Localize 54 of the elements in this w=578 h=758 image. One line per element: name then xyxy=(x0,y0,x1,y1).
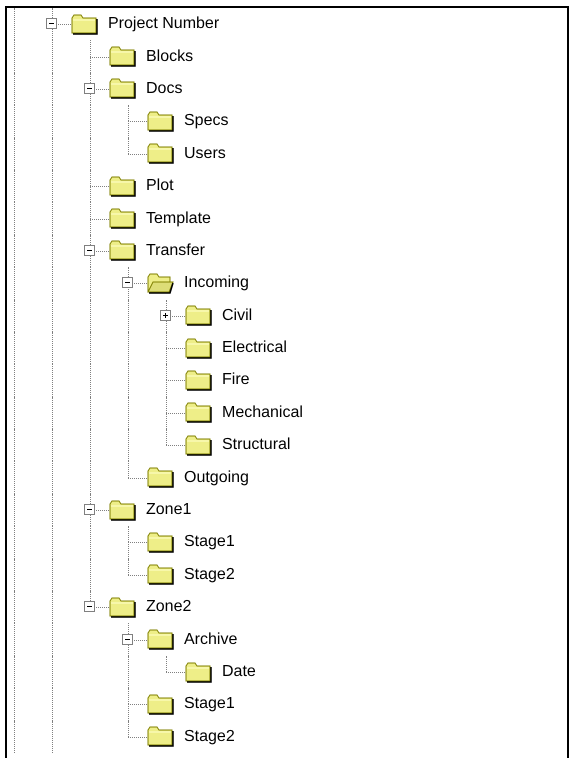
folder-icon xyxy=(109,78,136,100)
folder-label[interactable]: Mechanical xyxy=(222,404,303,422)
folder-icon xyxy=(109,46,136,68)
folder-label[interactable]: Civil xyxy=(222,306,252,325)
folder-label[interactable]: Structural xyxy=(222,436,290,454)
folder-label[interactable]: Date xyxy=(222,663,256,681)
collapse-toggle[interactable] xyxy=(84,244,95,256)
folder-label[interactable]: Incoming xyxy=(184,274,249,292)
folder-label[interactable]: Zone1 xyxy=(146,501,192,520)
folder-icon xyxy=(185,402,212,424)
folder-label[interactable]: Stage2 xyxy=(184,728,235,746)
folder-icon xyxy=(147,629,174,650)
folder-label[interactable]: Project Number xyxy=(108,15,220,34)
folder-label[interactable]: Outgoing xyxy=(184,468,249,487)
folder-label[interactable]: Plot xyxy=(146,177,174,196)
folder-icon xyxy=(147,694,174,715)
folder-icon xyxy=(109,176,136,197)
collapse-toggle[interactable] xyxy=(84,504,95,516)
open-folder-icon xyxy=(147,272,174,294)
folder-icon xyxy=(109,240,136,262)
collapse-toggle[interactable] xyxy=(84,601,95,612)
folder-icon xyxy=(147,110,174,132)
collapse-toggle[interactable] xyxy=(84,82,95,94)
collapse-toggle[interactable] xyxy=(122,277,133,288)
folder-label[interactable]: Transfer xyxy=(146,242,205,260)
folder-label[interactable]: Stage2 xyxy=(184,566,235,584)
folder-icon xyxy=(147,467,174,488)
collapse-toggle[interactable] xyxy=(122,634,133,645)
folder-icon xyxy=(109,208,136,230)
folder-icon xyxy=(109,500,136,521)
folder-icon xyxy=(185,662,212,682)
folder-label[interactable]: Docs xyxy=(146,80,182,98)
folder-icon xyxy=(147,532,174,553)
folder-label[interactable]: Archive xyxy=(184,630,238,649)
folder-icon xyxy=(109,596,136,618)
folder-label[interactable]: Blocks xyxy=(146,48,194,66)
folder-icon xyxy=(147,143,174,164)
folder-label[interactable]: Stage1 xyxy=(184,695,235,714)
folder-label[interactable]: Zone2 xyxy=(146,598,192,616)
expand-toggle[interactable] xyxy=(160,310,171,321)
folder-label[interactable]: Template xyxy=(146,210,211,228)
folder-icon xyxy=(147,726,174,748)
collapse-toggle[interactable] xyxy=(46,18,57,30)
folder-label[interactable]: Stage1 xyxy=(184,533,235,552)
folder-label[interactable]: Fire xyxy=(222,371,250,390)
folder-icon xyxy=(147,564,174,586)
folder-icon xyxy=(185,434,212,456)
folder-label[interactable]: Users xyxy=(184,144,226,163)
folder-icon xyxy=(185,338,212,359)
folder-label[interactable]: Electrical xyxy=(222,339,287,358)
folder-icon xyxy=(71,14,98,35)
folder-label[interactable]: Specs xyxy=(184,112,228,130)
folder-icon xyxy=(185,305,212,326)
folder-icon xyxy=(185,370,212,391)
